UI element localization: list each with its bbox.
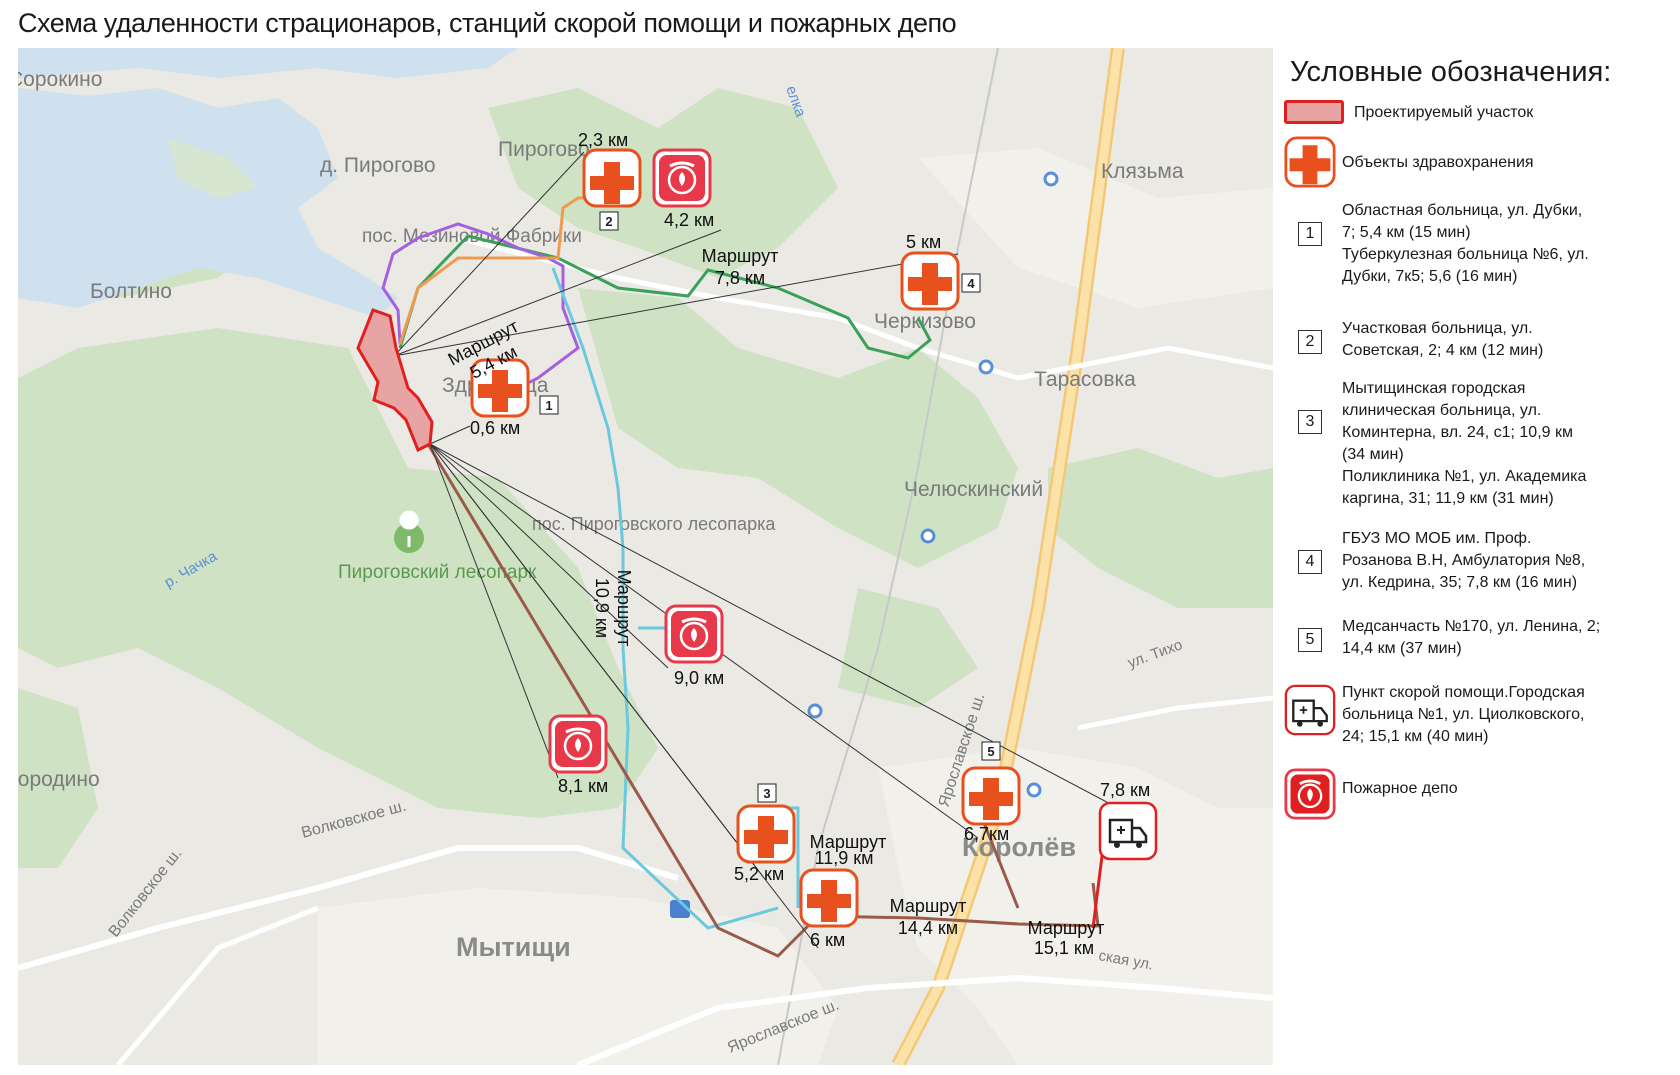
dist-0-6: 0,6 км bbox=[470, 418, 520, 438]
map-title: Схема удаленности страционаров, станций … bbox=[18, 8, 957, 38]
legend-line: (34 мин) bbox=[1342, 446, 1404, 463]
legend-line: 14,4 км (37 мин) bbox=[1342, 640, 1462, 657]
legend-line: 24; 15,1 км (40 мин) bbox=[1342, 728, 1489, 745]
dist-5: 5 км bbox=[906, 232, 941, 252]
legend-line: каргина, 31; 11,9 км (31 мин) bbox=[1342, 490, 1554, 507]
legend-label-fire: Пожарное депо bbox=[1342, 780, 1458, 797]
legend-line: Участковая больница, ул. bbox=[1342, 320, 1533, 337]
fire-station-icon[interactable] bbox=[664, 604, 724, 664]
marker-number-1: 1 bbox=[545, 398, 552, 413]
legend-title: Условные обозначения: bbox=[1290, 56, 1612, 88]
legend-label-medical: Объекты здравохранения bbox=[1342, 154, 1534, 171]
legend-item-site: Проектируемый участок bbox=[1282, 96, 1674, 130]
number-box: 1 bbox=[1298, 222, 1322, 246]
legend-line: Советская, 2; 4 км (12 мин) bbox=[1342, 342, 1544, 359]
dist-6-7: 6,7км bbox=[964, 824, 1009, 844]
fire-station-icon bbox=[1284, 768, 1336, 820]
label-pirogovo: Пирогово bbox=[498, 138, 590, 161]
label-klyazma: Клязьма bbox=[1101, 160, 1184, 183]
legend-line: клиническая больница, ул. bbox=[1342, 402, 1542, 419]
marker-number-4: 4 bbox=[967, 276, 975, 291]
label-boltino: Болтино bbox=[90, 280, 172, 303]
legend-line: ГБУЗ МО МОБ им. Проф. bbox=[1342, 530, 1532, 547]
medical-cross-icon[interactable] bbox=[961, 766, 1021, 826]
map-canvas[interactable]: Сорокино д. Пирогово Пирогово Болтино Зд… bbox=[18, 48, 1273, 1065]
legend-line: Пункт скорой помощи.Городская bbox=[1342, 684, 1585, 701]
label-mytishchi: Мытищи bbox=[456, 932, 571, 962]
number-box: 5 bbox=[1298, 628, 1322, 652]
dist-2-3: 2,3 км bbox=[578, 130, 628, 150]
legend-label-site: Проектируемый участок bbox=[1354, 104, 1534, 121]
label-tarasovka: Тарасовка bbox=[1034, 368, 1136, 391]
number-box: 3 bbox=[1298, 410, 1322, 434]
legend-item-1: 1 Областная больница, ул. Дубки, 7; 5,4 … bbox=[1282, 200, 1674, 290]
dist-4-2: 4,2 км bbox=[664, 210, 714, 230]
fire-station-icon[interactable] bbox=[652, 148, 712, 208]
label-sorokino: Сорокино bbox=[18, 68, 102, 91]
legend-line: Областная больница, ул. Дубки, bbox=[1342, 202, 1583, 219]
legend-line: Розанова В.Н, Амбулатория №8, bbox=[1342, 552, 1586, 569]
number-box: 2 bbox=[1298, 330, 1322, 354]
legend-item-5: 5 Медсанчасть №170, ул. Ленина, 2; 14,4 … bbox=[1282, 616, 1674, 662]
ambulance-icon[interactable] bbox=[1098, 801, 1158, 861]
dist-6: 6 км bbox=[810, 930, 845, 950]
medical-cross-icon bbox=[1284, 136, 1336, 188]
map-legend: Условные обозначения: Проектируемый учас… bbox=[1282, 52, 1674, 1062]
label-chelyuskinsky: Челюскинский bbox=[904, 478, 1043, 501]
legend-line: Медсанчасть №170, ул. Ленина, 2; bbox=[1342, 618, 1601, 635]
legend-line: Поликлиника №1, ул. Академика bbox=[1342, 468, 1587, 485]
label-pirogovo-village: д. Пирогово bbox=[320, 154, 436, 177]
legend-line: Коминтерна, вл. 24, с1; 10,9 км bbox=[1342, 424, 1573, 441]
legend-item-medical: Объекты здравохранения bbox=[1282, 136, 1674, 192]
legend-item-ambulance: Пункт скорой помощи.Городская больница №… bbox=[1282, 682, 1674, 750]
legend-line: Мытищинская городская bbox=[1342, 380, 1526, 397]
legend-line: 7; 5,4 км (15 мин) bbox=[1342, 224, 1471, 241]
site-swatch bbox=[1284, 100, 1344, 124]
medical-cross-icon[interactable] bbox=[582, 148, 642, 208]
legend-item-2: 2 Участковая больница, ул. Советская, 2;… bbox=[1282, 318, 1674, 364]
label-lesopark: Пироговский лесопарк bbox=[338, 562, 537, 583]
fire-station-icon[interactable] bbox=[548, 714, 608, 774]
marker-number-2: 2 bbox=[605, 214, 612, 229]
number-box: 4 bbox=[1298, 550, 1322, 574]
marker-number-5: 5 bbox=[987, 744, 994, 759]
marker-number-3: 3 bbox=[763, 786, 770, 801]
legend-item-3: 3 Мытищинская городская клиническая боль… bbox=[1282, 378, 1674, 512]
legend-item-4: 4 ГБУЗ МО МОБ им. Проф. Розанова В.Н, Ам… bbox=[1282, 528, 1674, 596]
medical-cross-icon[interactable] bbox=[736, 804, 796, 864]
legend-item-fire: Пожарное депо bbox=[1282, 768, 1674, 824]
dist-7-8b: 7,8 км bbox=[1100, 780, 1150, 800]
legend-line: Дубки, 7к5; 5,6 (16 мин) bbox=[1342, 268, 1518, 285]
dist-9-0: 9,0 км bbox=[674, 668, 724, 688]
legend-line: больница №1, ул. Циолковского, bbox=[1342, 706, 1585, 723]
ambulance-icon bbox=[1284, 684, 1336, 736]
dist-5-2: 5,2 км bbox=[734, 864, 784, 884]
legend-line: ул. Кедрина, 35; 7,8 км (16 мин) bbox=[1342, 574, 1578, 591]
medical-cross-icon[interactable] bbox=[799, 868, 859, 928]
label-borodino: Бородино bbox=[18, 768, 100, 791]
legend-line: Туберкулезная больница №6, ул. bbox=[1342, 246, 1589, 263]
medical-cross-icon[interactable] bbox=[900, 251, 960, 311]
dist-8-1: 8,1 км bbox=[558, 776, 608, 796]
route-label-15-1: Маршрут 15,1 км bbox=[1028, 918, 1105, 958]
